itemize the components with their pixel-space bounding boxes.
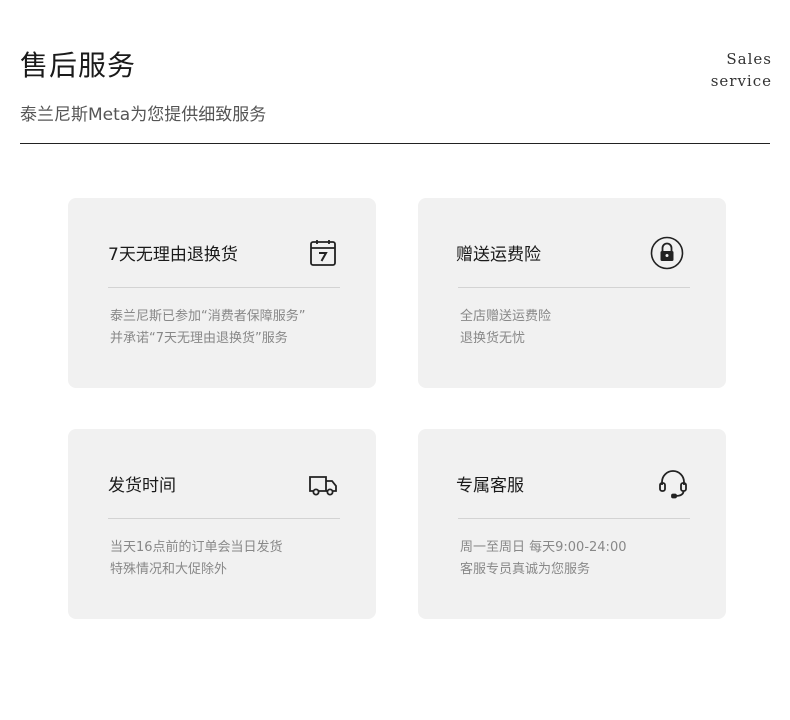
card-desc-line1: 周一至周日 每天9:00-24:00 [460,540,627,555]
card-desc-line2: 客服专员真诚为您服务 [460,562,591,577]
calendar-7-icon [308,238,338,268]
headset-icon [658,469,688,499]
card-description: 全店赠送运费险 退换货无忧 [460,306,551,350]
page-subtitle: 泰兰尼斯Meta为您提供细致服务 [20,105,267,125]
card-desc-line2: 并承诺“7天无理由退换货”服务 [110,331,288,346]
service-card-return: 7天无理由退换货 泰兰尼斯已参加“消费者保障服务” 并承诺“7天无理由退换货”服… [68,198,376,388]
card-divider [108,518,340,519]
card-title: 专属客服 [456,476,524,496]
lock-icon [650,236,684,270]
card-desc-line1: 泰兰尼斯已参加“消费者保障服务” [110,309,306,324]
english-caption-line1: Sales [726,50,772,68]
card-desc-line2: 特殊情况和大促除外 [110,562,228,577]
service-card-delivery-time: 发货时间 当天16点前的订单会当日发货 特殊情况和大促除外 [68,429,376,619]
card-desc-line1: 全店赠送运费险 [460,309,552,324]
header-divider [20,143,770,144]
card-divider [458,518,690,519]
card-divider [108,287,340,288]
card-title: 赠送运费险 [456,245,541,265]
card-description: 泰兰尼斯已参加“消费者保障服务” 并承诺“7天无理由退换货”服务 [110,306,305,350]
service-card-shipping-insurance: 赠送运费险 全店赠送运费险 退换货无忧 [418,198,726,388]
english-caption: Sales service [711,48,772,92]
truck-icon [308,469,338,499]
page-title: 售后服务 [20,49,137,82]
card-title: 7天无理由退换货 [108,245,238,265]
card-desc-line1: 当天16点前的订单会当日发货 [110,540,283,555]
service-card-customer-service: 专属客服 周一至周日 每天9:00-24:00 客服专员真诚为您服务 [418,429,726,619]
english-caption-line2: service [710,72,772,90]
card-desc-line2: 退换货无忧 [460,331,526,346]
card-divider [458,287,690,288]
card-description: 周一至周日 每天9:00-24:00 客服专员真诚为您服务 [460,537,626,581]
card-title: 发货时间 [108,476,176,496]
card-description: 当天16点前的订单会当日发货 特殊情况和大促除外 [110,537,283,581]
